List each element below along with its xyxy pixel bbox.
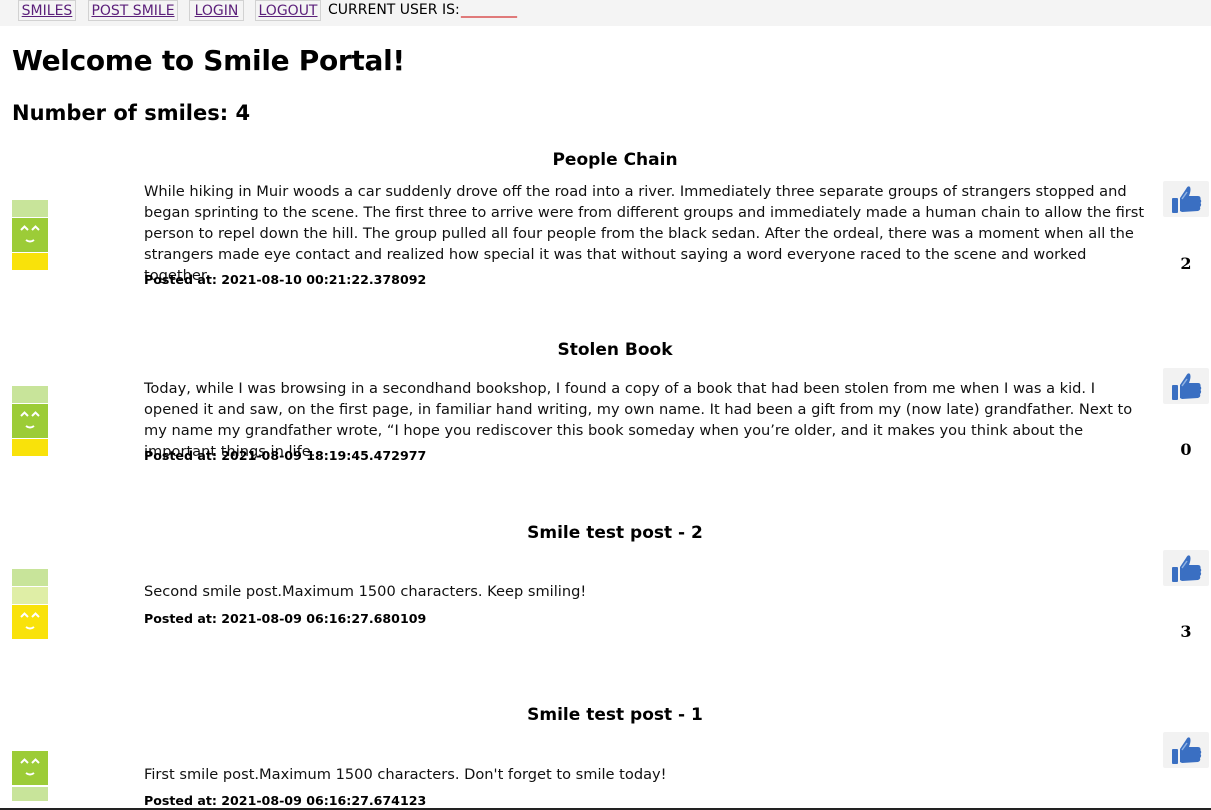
page-title: Welcome to Smile Portal!: [12, 44, 405, 77]
top-navigation-bar: SMILES POST SMILE LOGIN LOGOUT CURRENT U…: [0, 0, 1211, 26]
post-body: While hiking in Muir woods a car suddenl…: [144, 183, 1145, 284]
smile-face-icon: [12, 751, 48, 785]
meter-bar: [12, 253, 48, 270]
nav-smiles-link[interactable]: SMILES: [18, 0, 76, 21]
smile-face-icon: [12, 605, 48, 639]
like-button[interactable]: [1163, 550, 1209, 586]
post-title: Smile test post - 2: [527, 523, 703, 543]
post-timestamp: Posted at: 2021-08-09 18:19:45.472977: [144, 448, 427, 463]
post-body: Second smile post.Maximum 1500 character…: [144, 583, 587, 600]
thumbs-up-icon: [1172, 737, 1202, 764]
post-timestamp: Posted at: 2021-08-09 06:16:27.674123: [144, 793, 427, 808]
current-user-value: ________: [461, 2, 517, 18]
meter-bar: [12, 200, 48, 217]
nav-post-smile-link[interactable]: POST SMILE: [88, 0, 178, 21]
smile-count-heading: Number of smiles: 4: [12, 101, 251, 125]
meter-bar: [12, 569, 48, 586]
meter-bar: [12, 587, 48, 604]
post-timestamp: Posted at: 2021-08-10 00:21:22.378092: [144, 272, 427, 287]
nav-login-link[interactable]: LOGIN: [189, 0, 244, 21]
nav-logout-link[interactable]: LOGOUT: [255, 0, 321, 21]
post-timestamp: Posted at: 2021-08-09 06:16:27.680109: [144, 611, 427, 626]
post-body: First smile post.Maximum 1500 characters…: [144, 766, 667, 783]
like-button[interactable]: [1163, 368, 1209, 404]
like-button[interactable]: [1163, 732, 1209, 768]
like-button[interactable]: [1163, 181, 1209, 217]
post-title: People Chain: [552, 150, 678, 170]
meter-bar: [12, 787, 48, 801]
meter-bar: [12, 439, 48, 456]
meter-bar: [12, 386, 48, 403]
post-title: Smile test post - 1: [527, 705, 703, 725]
thumbs-up-icon: [1172, 555, 1202, 582]
like-count: 3: [1180, 622, 1192, 641]
thumbs-up-icon: [1172, 186, 1202, 213]
like-count: 0: [1180, 440, 1192, 459]
like-count: 2: [1180, 254, 1192, 273]
post-title: Stolen Book: [557, 340, 673, 360]
smile-face-icon: [12, 404, 48, 438]
thumbs-up-icon: [1172, 373, 1202, 400]
current-user-label: CURRENT USER IS:: [328, 2, 460, 18]
smile-face-icon: [12, 218, 48, 252]
